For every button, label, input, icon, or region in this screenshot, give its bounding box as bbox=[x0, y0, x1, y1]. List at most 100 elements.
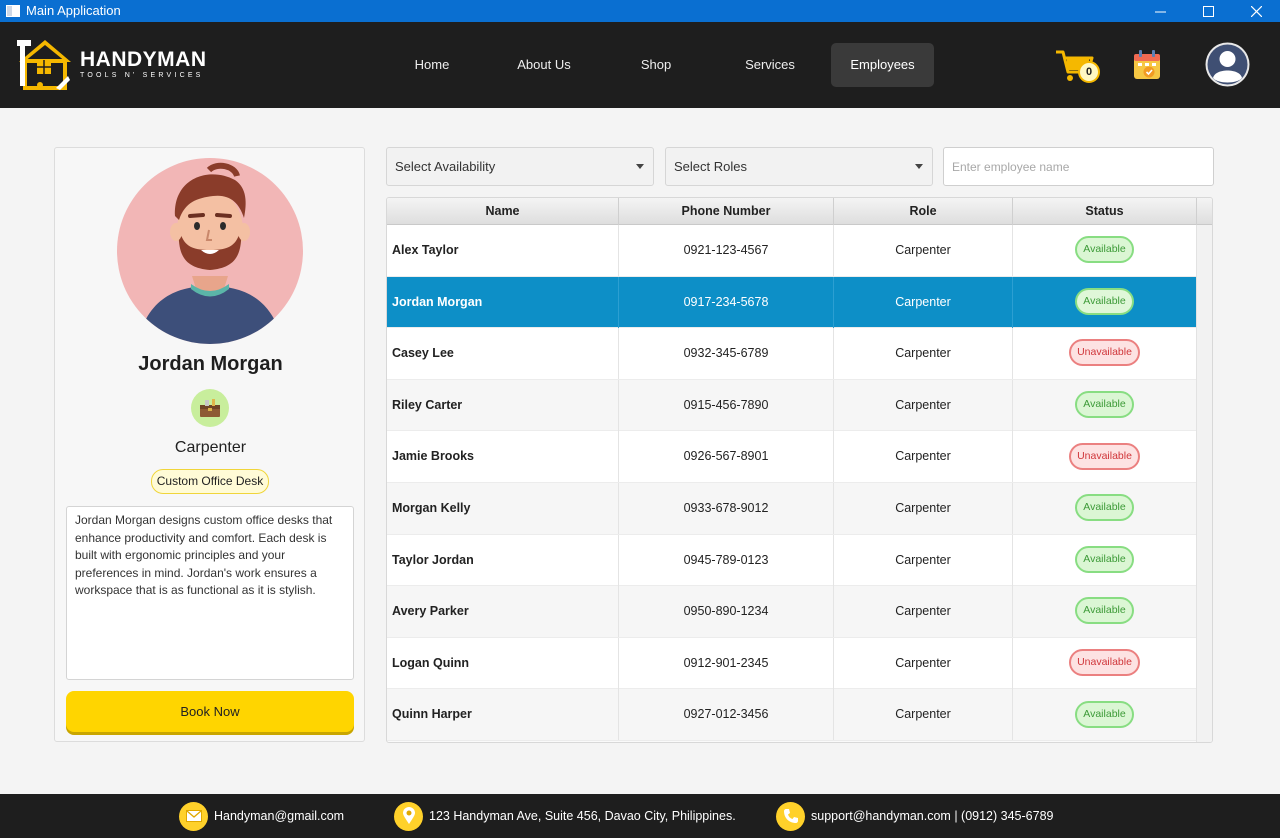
table-row[interactable]: Morgan Kelly 0933-678-9012 Carpenter Availa… bbox=[387, 483, 1197, 535]
availability-select-value: Select Availability bbox=[395, 159, 496, 174]
column-header-name[interactable]: Name bbox=[387, 198, 619, 225]
employee-role: Carpenter bbox=[174, 439, 247, 456]
table-row[interactable]: Riley Carter 0915-456-7890 Carpenter Availa… bbox=[387, 379, 1197, 432]
table-row[interactable]: Logan Quinn 0912-901-2345 Carpenter Unavail… bbox=[387, 637, 1197, 690]
table-row[interactable]: Casey Lee 0932-345-6789 Carpenter Unavailab… bbox=[387, 328, 1197, 380]
footer-support-text: support@handyman.com | (0912) 345-6789 bbox=[811, 809, 1054, 823]
cell-role: Carpenter bbox=[834, 483, 1013, 534]
cell-name: Avery Parker bbox=[387, 586, 619, 638]
table-row[interactable]: Jamie Brooks 0926-567-8901 Carpenter Unavai… bbox=[387, 431, 1197, 483]
employee-profile-card: Jordan Morgan Carpenter Custom Office De… bbox=[54, 147, 365, 742]
minimize-icon bbox=[1154, 11, 1166, 12]
cell-role: Carpenter bbox=[834, 431, 1013, 483]
cart-button[interactable]: 0 bbox=[1054, 48, 1102, 88]
cell-status: Available bbox=[1013, 379, 1197, 431]
table-scrollbar[interactable] bbox=[1196, 225, 1212, 742]
window-titlebar: Main Application bbox=[0, 0, 1280, 22]
status-badge: Available bbox=[1075, 700, 1134, 728]
cell-phone: 0927-012-3456 bbox=[619, 689, 834, 741]
cell-name: Jordan Morgan bbox=[387, 276, 619, 328]
status-badge: Unavailable bbox=[1069, 339, 1140, 367]
calendar-button[interactable] bbox=[1132, 49, 1162, 81]
mail-icon bbox=[179, 801, 208, 831]
cell-phone: 0915-456-7890 bbox=[619, 379, 834, 431]
cell-role: Carpenter bbox=[834, 689, 1013, 741]
employee-name: Jordan Morgan bbox=[138, 353, 283, 375]
location-pin-icon bbox=[394, 801, 423, 831]
cart-count-badge: 0 bbox=[1078, 61, 1100, 83]
cell-phone: 0933-678-9012 bbox=[619, 483, 834, 534]
cell-role: Carpenter bbox=[834, 276, 1013, 328]
footer-email: Handyman@gmail.com bbox=[179, 801, 345, 831]
phone-icon bbox=[776, 801, 805, 831]
toolbox-icon bbox=[191, 389, 229, 427]
column-header-phone[interactable]: Phone Number bbox=[619, 198, 834, 225]
cell-phone: 0917-234-5678 bbox=[619, 276, 834, 328]
footer-support: support@handyman.com | (0912) 345-6789 bbox=[776, 801, 1054, 831]
status-badge: Available bbox=[1075, 494, 1134, 522]
table-row[interactable]: Jordan Morgan 0917-234-5678 Carpenter Avail… bbox=[387, 276, 1197, 329]
footer: Handyman@gmail.com 123 Handyman Ave, Sui… bbox=[0, 794, 1280, 838]
employee-search-input[interactable] bbox=[943, 147, 1214, 186]
footer-address: 123 Handyman Ave, Suite 456, Davao City,… bbox=[394, 801, 736, 831]
nav-employees[interactable]: Employees bbox=[831, 43, 934, 87]
user-profile-button[interactable] bbox=[1205, 42, 1250, 87]
column-header-role[interactable]: Role bbox=[834, 198, 1013, 225]
status-badge: Unavailable bbox=[1069, 442, 1140, 470]
maximize-button[interactable] bbox=[1184, 0, 1232, 22]
brand-text: HANDYMAN TOOLS N' SERVICES bbox=[80, 48, 207, 80]
cell-name: Riley Carter bbox=[387, 379, 619, 431]
employee-avatar bbox=[117, 158, 303, 344]
brand-tagline: TOOLS N' SERVICES bbox=[80, 72, 204, 79]
cell-status: Available bbox=[1013, 689, 1197, 741]
roles-select-value: Select Roles bbox=[674, 159, 747, 174]
cell-name: Jamie Brooks bbox=[387, 431, 619, 483]
footer-address-text: 123 Handyman Ave, Suite 456, Davao City,… bbox=[429, 809, 736, 823]
employee-portrait-icon bbox=[137, 162, 283, 344]
cell-name: Casey Lee bbox=[387, 328, 619, 380]
status-badge: Available bbox=[1075, 545, 1134, 573]
status-badge: Available bbox=[1075, 597, 1134, 625]
minimize-button[interactable] bbox=[1136, 0, 1184, 22]
table-row[interactable]: Quinn Harper 0927-012-3456 Carpenter Availa… bbox=[387, 689, 1197, 741]
specialty-badge: Custom Office Desk bbox=[151, 469, 269, 494]
cell-status: Available bbox=[1013, 483, 1197, 534]
nav-shop[interactable]: Shop bbox=[618, 43, 694, 87]
calendar-icon bbox=[1134, 50, 1160, 79]
cell-phone: 0945-789-0123 bbox=[619, 534, 834, 586]
cell-name: Alex Taylor bbox=[387, 225, 619, 276]
cell-status: Available bbox=[1013, 276, 1197, 328]
book-now-button[interactable]: Book Now bbox=[66, 691, 354, 732]
employee-description[interactable]: Jordan Morgan designs custom office desk… bbox=[66, 506, 354, 680]
table-row[interactable]: Taylor Jordan 0945-789-0123 Carpenter Avail… bbox=[387, 534, 1197, 587]
cell-status: Unavailable bbox=[1013, 431, 1197, 483]
column-header-status[interactable]: Status bbox=[1013, 198, 1197, 225]
cell-status: Available bbox=[1013, 225, 1197, 276]
footer-email-text: Handyman@gmail.com bbox=[214, 809, 345, 823]
top-navbar: HANDYMAN TOOLS N' SERVICES Home About Us… bbox=[0, 22, 1280, 108]
nav-services[interactable]: Services bbox=[728, 43, 812, 87]
close-button[interactable] bbox=[1232, 0, 1280, 22]
cell-status: Available bbox=[1013, 586, 1197, 638]
house-logo-icon bbox=[17, 40, 71, 90]
cell-role: Carpenter bbox=[834, 328, 1013, 380]
cell-role: Carpenter bbox=[834, 586, 1013, 638]
availability-select[interactable]: Select Availability bbox=[386, 147, 654, 186]
nav-about-us[interactable]: About Us bbox=[500, 43, 588, 87]
chevron-down-icon bbox=[915, 164, 923, 169]
nav-home[interactable]: Home bbox=[394, 43, 470, 87]
chevron-down-icon bbox=[636, 164, 644, 169]
cell-role: Carpenter bbox=[834, 534, 1013, 586]
table-row[interactable]: Avery Parker 0950-890-1234 Carpenter Availa… bbox=[387, 586, 1197, 638]
brand-logo[interactable]: HANDYMAN TOOLS N' SERVICES bbox=[16, 36, 207, 92]
roles-select[interactable]: Select Roles bbox=[665, 147, 933, 186]
table-row[interactable]: Alex Taylor 0921-123-4567 Carpenter Availab… bbox=[387, 225, 1197, 277]
close-icon bbox=[1250, 5, 1262, 17]
table-header: Name Phone Number Role Status bbox=[387, 198, 1212, 225]
status-badge: Unavailable bbox=[1069, 649, 1140, 676]
brand-name: HANDYMAN bbox=[80, 48, 207, 71]
status-badge: Available bbox=[1075, 287, 1134, 315]
cell-role: Carpenter bbox=[834, 637, 1013, 689]
cell-name: Quinn Harper bbox=[387, 689, 619, 741]
cell-status: Available bbox=[1013, 534, 1197, 586]
